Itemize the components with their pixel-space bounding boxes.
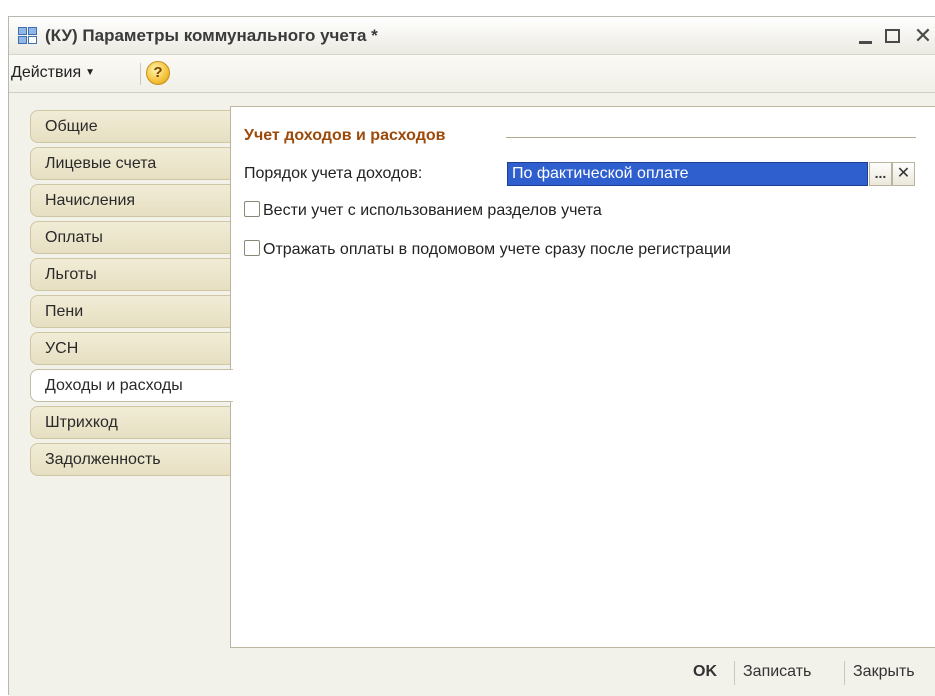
title-bar[interactable]: (КУ) Параметры коммунального учета * ✕ bbox=[9, 17, 935, 55]
actions-menu-label: Действия bbox=[11, 64, 82, 81]
tab-income-expenses[interactable]: Доходы и расходы bbox=[30, 369, 233, 402]
button-divider bbox=[844, 661, 845, 685]
group-divider bbox=[506, 137, 916, 138]
tab-content-panel: Учет доходов и расходов Порядок учета до… bbox=[230, 106, 935, 648]
tab-barcode[interactable]: Штрихкод bbox=[30, 406, 232, 439]
tab-accruals[interactable]: Начисления bbox=[30, 184, 232, 217]
ok-button[interactable]: OK bbox=[693, 663, 717, 681]
select-button[interactable]: ... bbox=[869, 162, 892, 186]
window-title: (КУ) Параметры коммунального учета * bbox=[45, 26, 378, 45]
sections-checkbox[interactable] bbox=[244, 201, 260, 217]
sections-checkbox-row[interactable]: Вести учет с использованием разделов уче… bbox=[244, 201, 602, 223]
help-icon[interactable]: ? bbox=[146, 61, 170, 85]
close-button[interactable]: Закрыть bbox=[853, 663, 915, 681]
toolbar-divider bbox=[140, 63, 141, 85]
tab-list: Общие Лицевые счета Начисления Оплаты Ль… bbox=[30, 110, 233, 480]
app-icon bbox=[18, 27, 37, 44]
income-order-label: Порядок учета доходов: bbox=[244, 165, 423, 182]
tab-payments[interactable]: Оплаты bbox=[30, 221, 232, 254]
save-button[interactable]: Записать bbox=[743, 663, 811, 681]
tab-usn[interactable]: УСН bbox=[30, 332, 232, 365]
actions-menu-button[interactable]: Действия ▼ bbox=[11, 64, 95, 84]
reflect-payments-checkbox[interactable] bbox=[244, 240, 260, 256]
close-icon: ✕ bbox=[913, 23, 933, 48]
minimize-button[interactable] bbox=[853, 23, 879, 49]
maximize-button[interactable] bbox=[880, 23, 906, 49]
clear-icon[interactable]: ✕ bbox=[892, 162, 915, 186]
close-window-button[interactable]: ✕ bbox=[910, 23, 935, 49]
bottom-button-bar: OK Записать Закрыть bbox=[9, 649, 935, 696]
settings-window: (КУ) Параметры коммунального учета * ✕ Д… bbox=[8, 16, 935, 696]
tab-general[interactable]: Общие bbox=[30, 110, 232, 143]
tab-benefits[interactable]: Льготы bbox=[30, 258, 232, 291]
minimize-icon bbox=[859, 41, 872, 44]
button-divider bbox=[734, 661, 735, 685]
reflect-payments-checkbox-label: Отражать оплаты в подомовом учете сразу … bbox=[263, 241, 731, 258]
command-bar: Действия ▼ ? bbox=[9, 55, 935, 93]
income-order-field[interactable]: По фактической оплате bbox=[507, 162, 868, 186]
tab-penalties[interactable]: Пени bbox=[30, 295, 232, 328]
tab-debt[interactable]: Задолженность bbox=[30, 443, 232, 476]
tab-personal-accounts[interactable]: Лицевые счета bbox=[30, 147, 232, 180]
sections-checkbox-label: Вести учет с использованием разделов уче… bbox=[263, 202, 602, 219]
reflect-payments-checkbox-row[interactable]: Отражать оплаты в подомовом учете сразу … bbox=[244, 240, 731, 262]
chevron-down-icon: ▼ bbox=[85, 67, 96, 78]
group-title: Учет доходов и расходов bbox=[244, 127, 446, 144]
maximize-icon bbox=[885, 29, 900, 43]
